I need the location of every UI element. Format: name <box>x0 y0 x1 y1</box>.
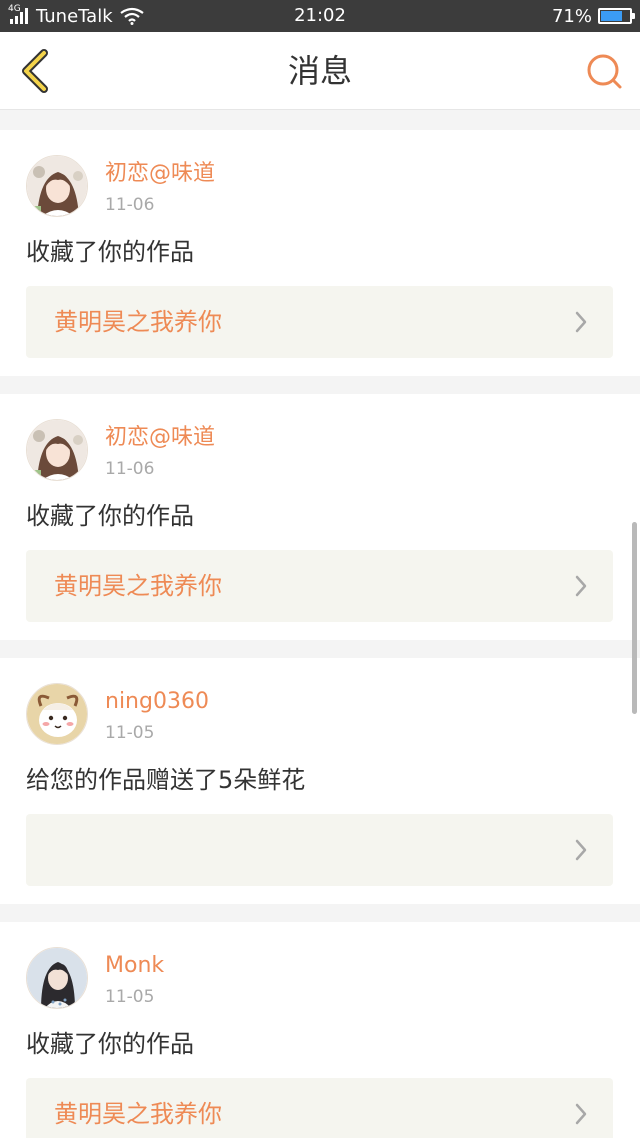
username[interactable]: ning0360 <box>105 688 209 716</box>
work-link[interactable] <box>26 814 613 886</box>
scrollbar[interactable] <box>632 522 637 714</box>
avatar[interactable] <box>26 419 88 481</box>
search-icon <box>587 54 622 89</box>
message-date: 11-05 <box>105 987 155 1007</box>
chevron-right-icon <box>575 839 587 861</box>
chevron-right-icon <box>575 311 587 333</box>
battery-percent: 71% <box>551 5 592 27</box>
status-bar: 4G TuneTalk 21:02 71% <box>0 0 640 32</box>
work-title: 黄明昊之我养你 <box>54 572 222 600</box>
message-date: 11-06 <box>105 195 155 215</box>
nav-bar: 消息 <box>0 32 640 110</box>
page-title: 消息 <box>287 52 352 90</box>
message-date: 11-06 <box>105 459 155 479</box>
message-item[interactable]: ning0360 11-05 给您的作品赠送了5朵鲜花 <box>0 658 640 904</box>
message-item[interactable]: 初恋@味道 11-06 收藏了你的作品 黄明昊之我养你 <box>0 394 640 640</box>
message-text: 给您的作品赠送了5朵鲜花 <box>26 766 306 794</box>
work-link[interactable]: 黄明昊之我养你 <box>26 286 613 358</box>
search-button[interactable] <box>582 50 626 94</box>
message-date: 11-05 <box>105 723 155 743</box>
username[interactable]: Monk <box>105 952 164 980</box>
chevron-right-icon <box>575 1103 587 1125</box>
username[interactable]: 初恋@味道 <box>105 424 215 452</box>
avatar[interactable] <box>26 947 88 1009</box>
message-text: 收藏了你的作品 <box>26 238 194 266</box>
work-title: 黄明昊之我养你 <box>54 308 222 336</box>
message-item[interactable]: 初恋@味道 11-06 收藏了你的作品 黄明昊之我养你 <box>0 130 640 376</box>
status-right: 71% <box>551 4 635 28</box>
chevron-right-icon <box>575 575 587 597</box>
work-link[interactable]: 黄明昊之我养你 <box>26 1078 613 1138</box>
message-text: 收藏了你的作品 <box>26 1030 194 1058</box>
work-link[interactable]: 黄明昊之我养你 <box>26 550 613 622</box>
avatar[interactable] <box>26 683 88 745</box>
battery-icon <box>598 8 635 24</box>
status-time: 21:02 <box>294 5 346 26</box>
message-text: 收藏了你的作品 <box>26 502 194 530</box>
work-title: 黄明昊之我养你 <box>54 1100 222 1128</box>
message-item[interactable]: Monk 11-05 收藏了你的作品 黄明昊之我养你 <box>0 922 640 1138</box>
avatar[interactable] <box>26 155 88 217</box>
username[interactable]: 初恋@味道 <box>105 160 215 188</box>
